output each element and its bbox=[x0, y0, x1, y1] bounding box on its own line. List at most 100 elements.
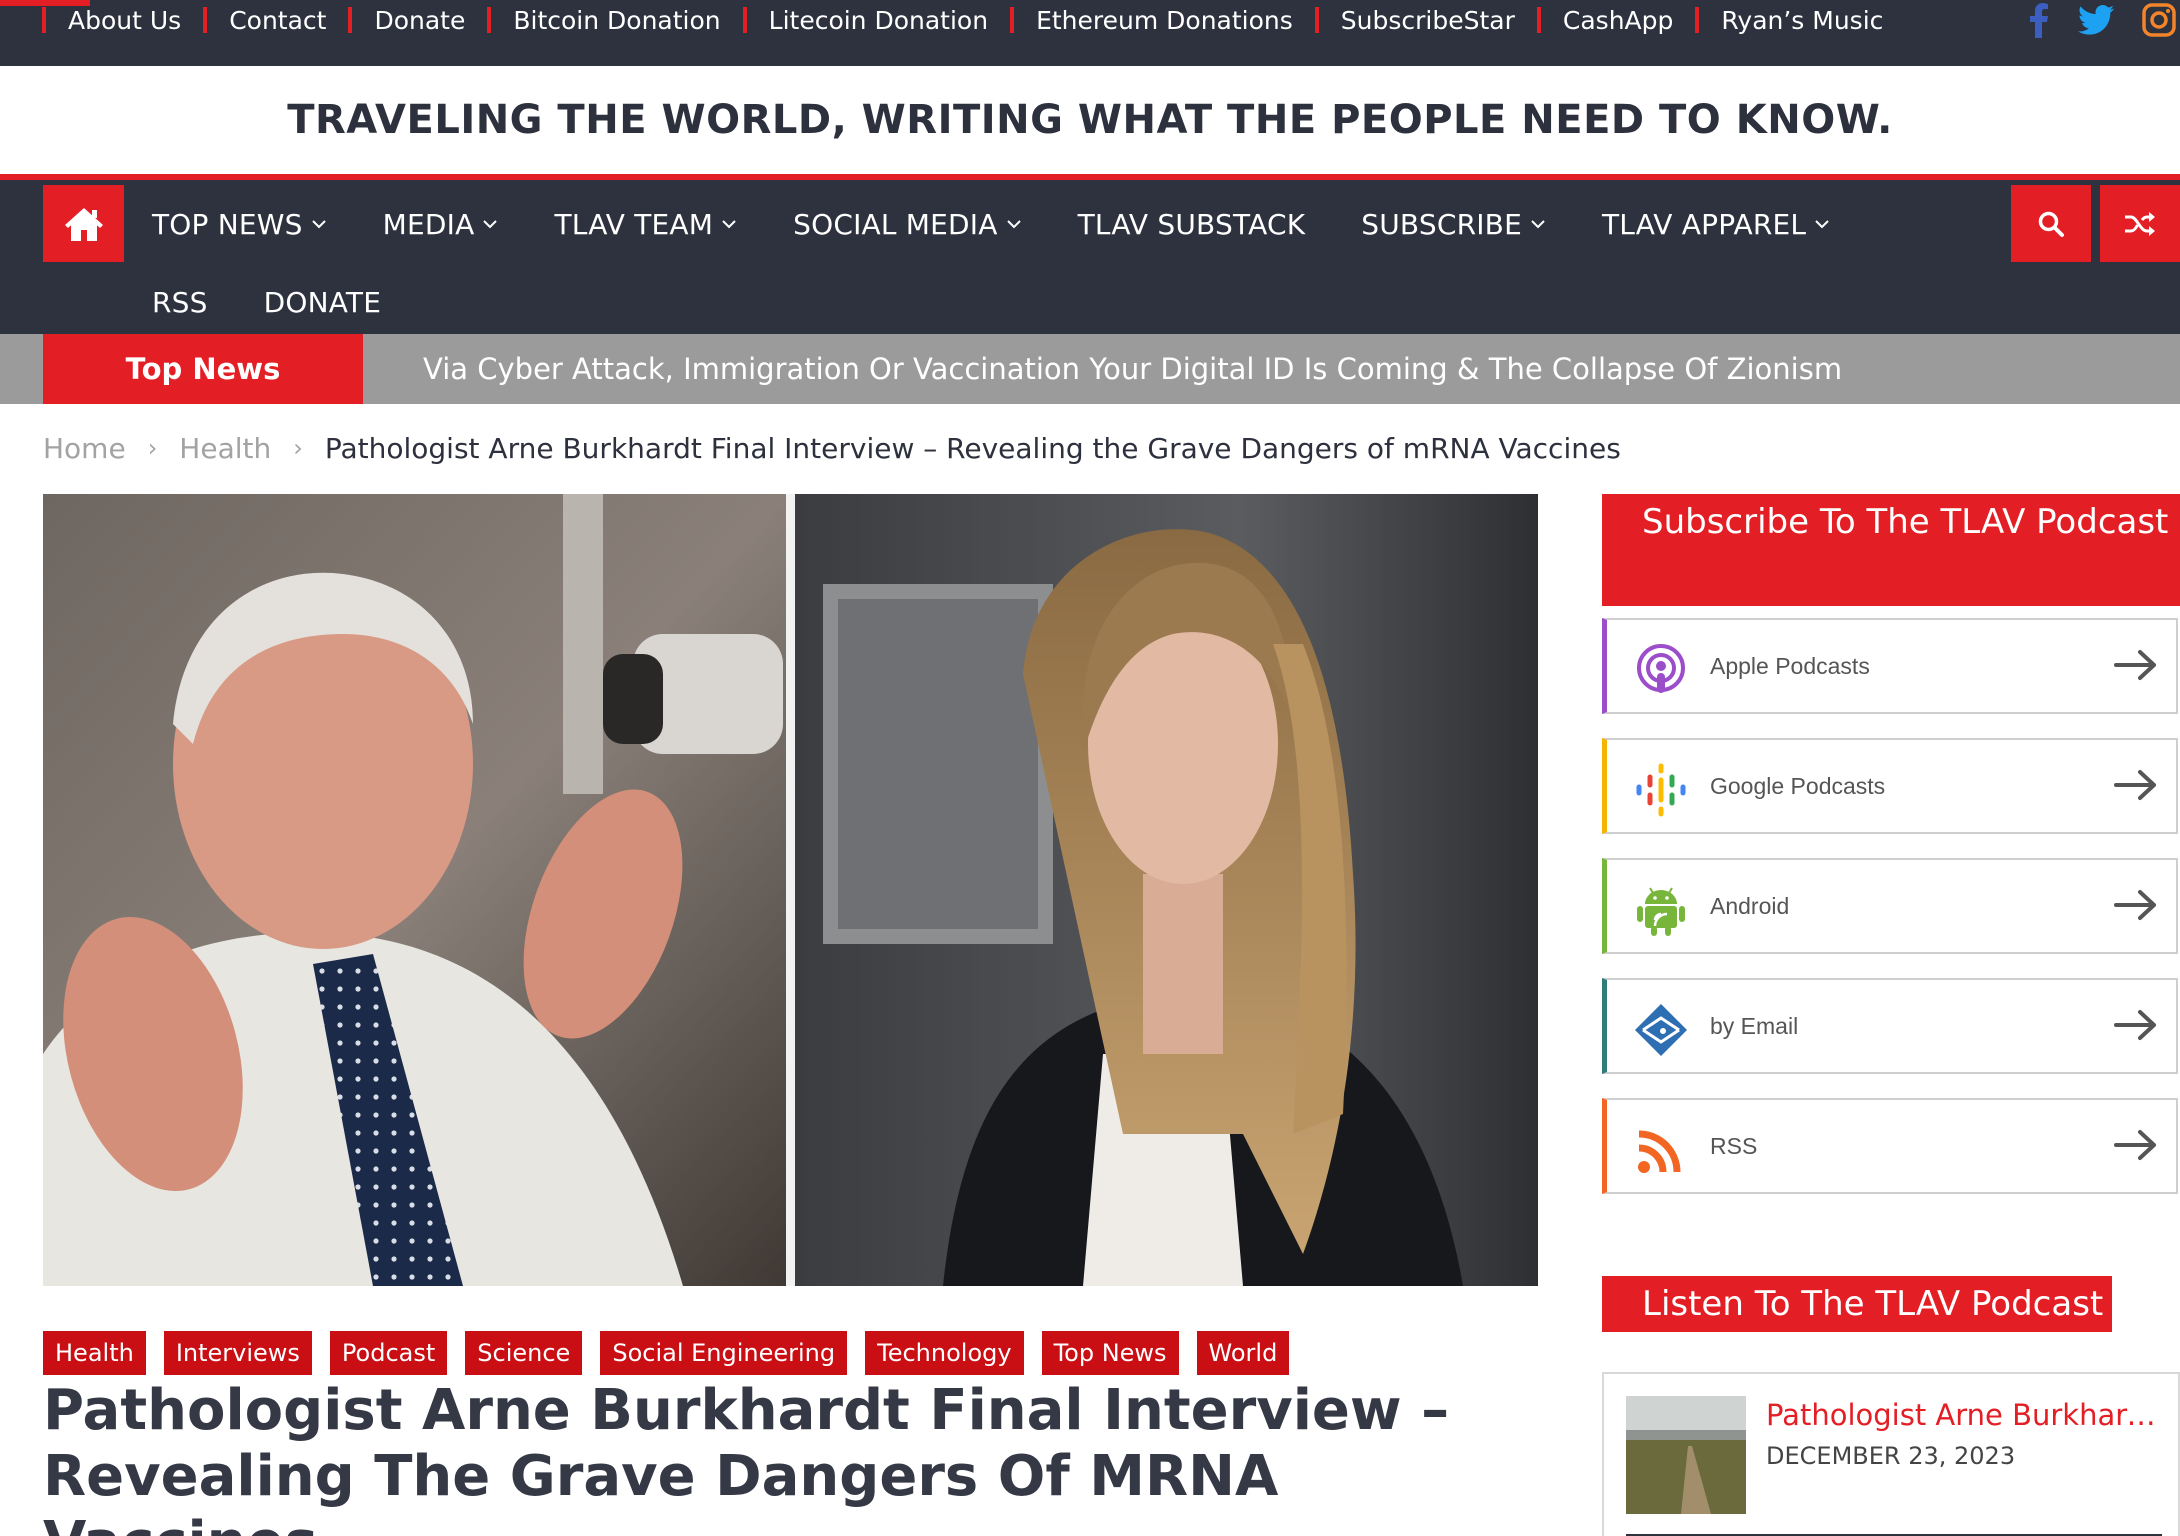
link-separator bbox=[1536, 7, 1541, 33]
podcast-link-rss[interactable]: RSS bbox=[1602, 1098, 2178, 1194]
category-tag-interviews[interactable]: Interviews bbox=[163, 1331, 312, 1375]
top-links: About Us Contact Donate Bitcoin Donation… bbox=[42, 2, 1905, 38]
breadcrumb-current: Pathologist Arne Burkhardt Final Intervi… bbox=[324, 431, 1621, 465]
category-tag-world[interactable]: World bbox=[1196, 1331, 1290, 1375]
social-links bbox=[2028, 0, 2180, 40]
shuffle-icon bbox=[2125, 211, 2155, 236]
link-separator bbox=[348, 7, 353, 33]
toplink-label: Contact bbox=[229, 5, 327, 35]
site-tagline: TRAVELING THE WORLD, WRITING WHAT THE PE… bbox=[287, 97, 1893, 143]
toplink-contact[interactable]: Contact bbox=[203, 6, 326, 35]
link-separator bbox=[203, 7, 208, 33]
link-separator bbox=[487, 7, 492, 33]
episode-title-link[interactable]: Pathologist Arne Burkhardt Final Intervi… bbox=[1766, 1398, 2166, 1432]
podcast-link-label: Google Podcasts bbox=[1710, 772, 1886, 799]
nav-item-social-media[interactable]: SOCIAL MEDIA bbox=[793, 185, 1022, 263]
chevron-down-icon bbox=[483, 220, 498, 229]
chevron-down-icon bbox=[311, 220, 326, 229]
arrow-right-icon bbox=[2114, 770, 2156, 800]
chevron-down-icon bbox=[1531, 220, 1545, 229]
nav-item-top-news[interactable]: TOP NEWS bbox=[152, 185, 327, 263]
facebook-icon[interactable] bbox=[2028, 2, 2050, 38]
toplink-donate[interactable]: Donate bbox=[348, 6, 465, 35]
nav-item-subscribe[interactable]: SUBSCRIBE bbox=[1361, 185, 1546, 263]
category-tag-science[interactable]: Science bbox=[465, 1331, 583, 1375]
random-post-button[interactable] bbox=[2100, 185, 2180, 262]
apple-podcasts-icon bbox=[1637, 644, 1685, 693]
arrow-right-icon bbox=[2114, 1010, 2156, 1040]
category-tag-top-news[interactable]: Top News bbox=[1041, 1331, 1179, 1375]
link-separator bbox=[1314, 7, 1319, 33]
subscribe-widget-heading: Subscribe To The TLAV Podcast bbox=[1602, 494, 2180, 606]
category-tag-technology[interactable]: Technology bbox=[865, 1331, 1024, 1375]
toplink-label: About Us bbox=[68, 5, 182, 35]
toplink-about-us[interactable]: About Us bbox=[42, 6, 181, 35]
nav-item-label: DONATE bbox=[263, 285, 382, 319]
google-podcasts-icon bbox=[1636, 763, 1686, 817]
nav-item-tlav-team[interactable]: TLAV TEAM bbox=[554, 185, 737, 263]
chevron-right-icon: › bbox=[147, 434, 158, 462]
toplink-label: Litecoin Donation bbox=[768, 5, 989, 35]
podcast-link-label: RSS bbox=[1710, 1132, 1758, 1159]
home-button[interactable] bbox=[43, 185, 124, 262]
podcast-link-apple[interactable]: Apple Podcasts bbox=[1602, 618, 2178, 714]
post-title: Pathologist Arne Burkhardt Final Intervi… bbox=[43, 1378, 1450, 1536]
chevron-down-icon bbox=[1006, 220, 1021, 229]
breadcrumb: Home › Health › Pathologist Arne Burkhar… bbox=[43, 428, 1621, 468]
toplink-litecoin-donation[interactable]: Litecoin Donation bbox=[742, 5, 989, 35]
nav-item-label: TOP NEWS bbox=[152, 207, 303, 241]
recent-episode-card: Pathologist Arne Burkhardt Final Intervi… bbox=[1602, 1372, 2180, 1536]
nav-item-tlav-apparel[interactable]: TLAV APPAREL bbox=[1602, 185, 1830, 263]
link-separator bbox=[742, 7, 747, 33]
search-icon bbox=[2038, 211, 2064, 237]
link-separator bbox=[1010, 7, 1015, 33]
category-tag-podcast[interactable]: Podcast bbox=[329, 1331, 448, 1375]
toplink-label: Ryan’s Music bbox=[1721, 5, 1884, 35]
nav-item-donate[interactable]: DONATE bbox=[264, 263, 382, 341]
listen-widget-heading: Listen To The TLAV Podcast bbox=[1602, 1276, 2112, 1332]
arrow-right-icon bbox=[2114, 890, 2156, 920]
arrow-right-icon bbox=[2114, 650, 2156, 680]
twitter-icon[interactable] bbox=[2078, 5, 2114, 35]
ticker-headline[interactable]: Via Cyber Attack, Immigration Or Vaccina… bbox=[423, 334, 1842, 404]
toplink-ethereum-donations[interactable]: Ethereum Donations bbox=[1010, 6, 1293, 35]
nav-item-label: RSS bbox=[152, 285, 208, 319]
category-tag-health[interactable]: Health bbox=[43, 1331, 146, 1375]
category-tag-social-engineering[interactable]: Social Engineering bbox=[600, 1331, 848, 1375]
nav-item-media[interactable]: MEDIA bbox=[383, 185, 499, 263]
rss-icon bbox=[1638, 1130, 1681, 1173]
breadcrumb-health[interactable]: Health bbox=[179, 432, 271, 465]
toplink-bitcoin-donation[interactable]: Bitcoin Donation bbox=[487, 5, 721, 35]
nav-menu: TOP NEWS MEDIA TLAV TEAM SOCIAL MEDIA TL… bbox=[152, 185, 1982, 341]
site-tagline-bar: TRAVELING THE WORLD, WRITING WHAT THE PE… bbox=[0, 66, 2180, 174]
link-separator bbox=[1695, 7, 1700, 33]
toplink-label: Bitcoin Donation bbox=[513, 5, 721, 35]
episode-thumbnail-image bbox=[1626, 1396, 1746, 1514]
nav-item-rss[interactable]: RSS bbox=[152, 263, 208, 341]
instagram-icon[interactable] bbox=[2142, 3, 2176, 37]
podcast-link-android[interactable]: Android bbox=[1602, 858, 2178, 954]
episode-thumbnail[interactable] bbox=[1626, 1396, 1746, 1514]
podcast-link-email[interactable]: by Email bbox=[1602, 978, 2178, 1074]
episode-date: DECEMBER 23, 2023 bbox=[1766, 1442, 2016, 1470]
toplink-label: Ethereum Donations bbox=[1036, 5, 1293, 35]
toplink-ryans-music[interactable]: Ryan’s Music bbox=[1695, 6, 1883, 35]
email-icon bbox=[1635, 1004, 1687, 1056]
ticker-label: Top News bbox=[43, 334, 363, 404]
nav-item-label: TLAV APPAREL bbox=[1602, 207, 1807, 241]
nav-item-tlav-substack[interactable]: TLAV SUBSTACK bbox=[1078, 185, 1306, 263]
home-icon bbox=[64, 207, 103, 241]
chevron-right-icon: › bbox=[293, 434, 303, 462]
search-button[interactable] bbox=[2011, 185, 2091, 262]
podcast-link-label: by Email bbox=[1710, 1012, 1799, 1039]
toplink-label: SubscribeStar bbox=[1340, 5, 1515, 35]
nav-item-label: TLAV TEAM bbox=[554, 207, 714, 241]
toplink-label: CashApp bbox=[1562, 5, 1674, 35]
toplink-cashapp[interactable]: CashApp bbox=[1536, 5, 1674, 35]
podcast-link-google[interactable]: Google Podcasts bbox=[1602, 738, 2178, 834]
nav-item-label: SOCIAL MEDIA bbox=[793, 207, 998, 241]
toplink-label: Donate bbox=[374, 5, 466, 35]
toplink-subscribestar[interactable]: SubscribeStar bbox=[1314, 5, 1515, 35]
breadcrumb-home[interactable]: Home bbox=[43, 432, 126, 465]
nav-item-label: MEDIA bbox=[382, 207, 475, 241]
